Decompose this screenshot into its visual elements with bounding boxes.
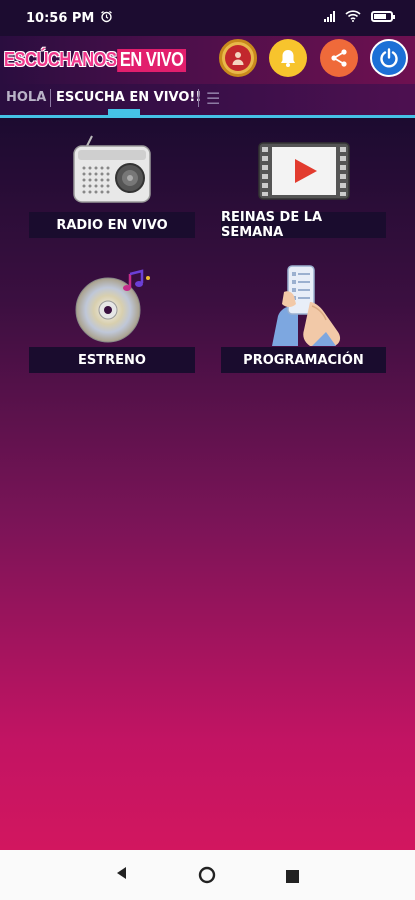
radio-en-vivo-button[interactable]: RADIO EN VIVO — [29, 212, 195, 238]
alarm-icon — [100, 10, 113, 26]
wifi-icon — [345, 10, 361, 22]
video-player-icon[interactable] — [258, 142, 350, 200]
schedule-phone-icon[interactable] — [266, 262, 344, 346]
status-bar: 10:56 PM — [0, 0, 415, 36]
radio-icon[interactable] — [72, 134, 152, 206]
main-content: RADIO EN VIVO REINAS DE LA SEMANA ESTREN… — [0, 118, 415, 850]
estreno-button[interactable]: ESTRENO — [29, 347, 195, 373]
bell-icon[interactable] — [269, 39, 307, 77]
recents-icon[interactable] — [286, 868, 299, 887]
profile-icon[interactable] — [219, 39, 257, 77]
back-icon[interactable] — [114, 865, 128, 885]
tab-divider — [198, 89, 199, 107]
battery-icon — [371, 10, 395, 22]
share-icon[interactable] — [320, 39, 358, 77]
power-icon[interactable] — [370, 39, 408, 77]
reinas-de-la-semana-button[interactable]: REINAS DE LA SEMANA — [221, 210, 386, 240]
tab-indicator — [108, 109, 140, 115]
system-nav-bar — [0, 850, 415, 900]
status-time: 10:56 PM — [26, 10, 95, 26]
hamburger-menu-icon[interactable]: ☰ — [206, 89, 220, 108]
music-cd-icon[interactable] — [72, 268, 154, 344]
programacion-button[interactable]: PROGRAMACIÓN — [221, 347, 386, 373]
home-icon[interactable] — [198, 866, 216, 888]
tab-bar: HOLA ESCUCHA EN VIVO!! ☰ — [0, 84, 415, 118]
logo-text-1: ESCÚCHANOS — [4, 48, 117, 71]
logo-text-2: EN VIVO — [117, 48, 186, 72]
app-logo: ESCÚCHANOS EN VIVO — [4, 46, 186, 74]
app-header: ESCÚCHANOS EN VIVO — [0, 36, 415, 84]
tab-hola[interactable]: HOLA — [6, 90, 46, 105]
tab-divider — [50, 89, 51, 107]
signal-icon — [324, 10, 335, 22]
tab-escucha-en-vivo[interactable]: ESCUCHA EN VIVO!! — [56, 90, 201, 105]
